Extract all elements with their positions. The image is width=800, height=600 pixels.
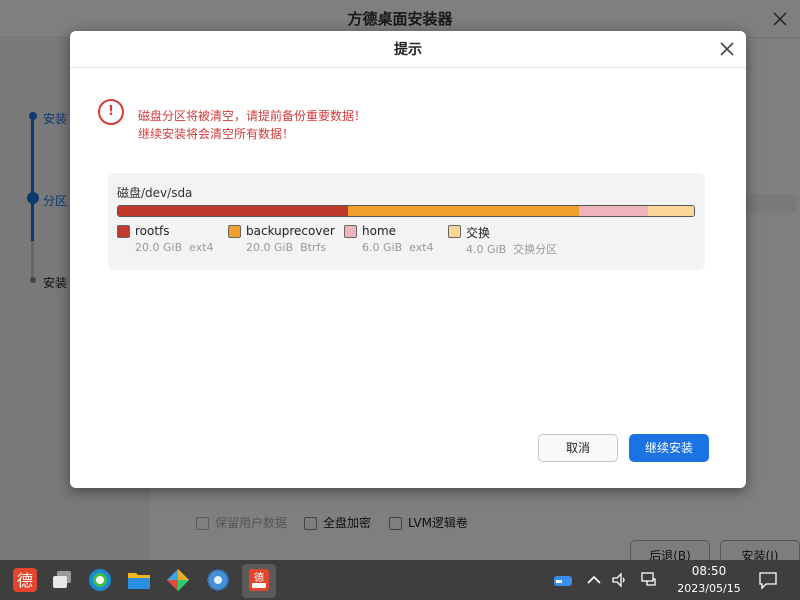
app-store-icon[interactable] [166,568,190,592]
network-icon[interactable] [640,570,660,590]
chevron-up-icon[interactable] [584,570,604,590]
disk-label: 磁盘/dev/sda [117,186,193,200]
partition-info: 20.0 GiB ext4 [135,241,214,254]
partition-bar [117,205,695,217]
continue-install-button[interactable]: 继续安装 [629,434,709,462]
legend-swatch [344,225,357,238]
partition-segment [348,206,579,216]
cancel-button[interactable]: 取消 [538,434,618,462]
volume-icon[interactable] [610,570,630,590]
dialog-header: 提示 [70,31,746,68]
svg-text:德: 德 [254,571,264,584]
drive-icon[interactable] [553,570,573,590]
warning-icon: ! [98,99,124,125]
clock-date: 2023/05/15 [677,582,741,595]
partition-info: 6.0 GiB ext4 [362,241,434,254]
warning-text-line-1: 磁盘分区将被清空，请提前备份重要数据！ [138,109,367,123]
settings-icon[interactable] [206,568,230,592]
file-manager-icon[interactable] [127,568,151,592]
dialog-title: 提示 [394,42,422,58]
warning-dialog: 提示 ! 磁盘分区将被清空，请提前备份重要数据！ 继续安装将会清空所有数据！ 磁… [70,31,746,488]
installer-icon[interactable]: 德 [247,568,271,592]
svg-text:德: 德 [17,571,33,590]
disk-panel: 磁盘/dev/sda rootfs 20.0 GiB ext4 backupre… [108,173,705,270]
close-icon[interactable] [718,40,736,58]
partition-name: backuprecover [246,224,335,238]
taskbar: 德 德 08:50 2023/05/15 [0,560,800,600]
partition-info: 4.0 GiB 交换分区 [466,243,558,256]
clock-time: 08:50 [691,564,727,578]
legend-swatch [448,225,461,238]
partition-segment [647,206,694,216]
partition-info: 20.0 GiB Btrfs [246,241,327,254]
partition-name: 交换 [466,226,491,240]
partition-name: rootfs [135,224,170,238]
multitask-view-icon[interactable] [50,568,74,592]
partition-segment [578,206,648,216]
notification-icon[interactable] [758,570,778,590]
partition-name: home [362,224,397,238]
legend-swatch [228,225,241,238]
browser-icon[interactable] [88,568,112,592]
warning-text-line-2: 继续安装将会清空所有数据！ [138,127,295,141]
start-menu-icon[interactable]: 德 [13,568,37,592]
legend-swatch [117,225,130,238]
partition-segment [118,206,349,216]
